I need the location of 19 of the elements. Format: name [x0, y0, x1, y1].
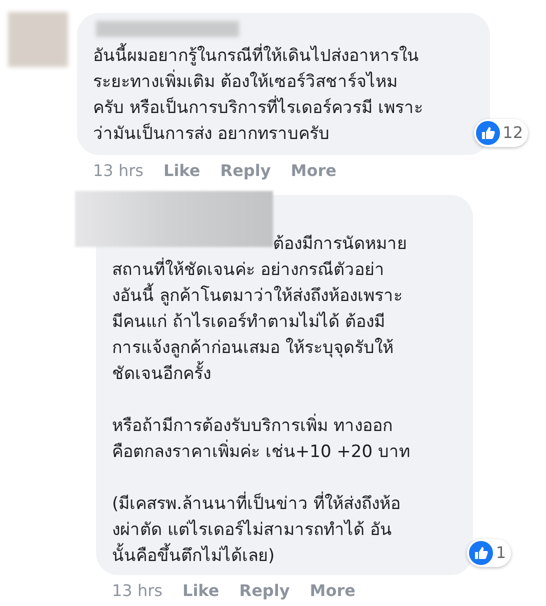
- thumbs-up-icon: [476, 121, 500, 145]
- comment-text: (มีเคสรพ.ล้านนาที่เป็นข่าว ที่ให้ส่งถึงห้อ งผ่าตัด แต่ไรเดอร์ไม่สามารถทำได้ อัน นั้นคือขึ้นตึกไม่ได้เลย): [112, 491, 457, 569]
- comment-text: หรือถ้ามีการต้องรับบริการเพิ่ม ทางออก คือตกลงราคาเพิ่มค่ะ เช่น+10 +20 บาท: [112, 413, 457, 465]
- more-link[interactable]: More: [290, 159, 336, 183]
- like-link[interactable]: Like: [182, 579, 220, 603]
- timestamp: 13 hrs: [93, 160, 144, 182]
- thumbs-up-icon: [468, 541, 493, 565]
- reaction-count: 1: [496, 542, 506, 564]
- like-link[interactable]: Like: [164, 159, 200, 183]
- comment-text: อันนี้ผมอยากรู้ในกรณีที่ให้เดินไปส่งอาหารใน ระยะทางเพิ่มเติม ต้องให้เซอร์วิสชาร์จไหม ครับ หรือเป็นการบริการที่ไรเดอร์ควรมี เพราะ ว่ามันเป็นการส่ง อยากทราบครับ: [93, 43, 470, 147]
- comment-text: ต้องมีการนัดหมาย สถานที่ให้ชัดเจนค่ะ อย่างกรณีตัวอย่า งอันนี้ ลูกค้าโนตมาว่าให้ส่งถึงห้องเพราะ มีคนแก่ ถ้าไรเดอร์ทำตามไม่ได้ ต้องมี การแจ้งลูกค้าก่อนเสมอ ให้ระบุจุดรับให้ ชัดเจนอีกครั้ง: [112, 233, 408, 386]
- reaction-badge[interactable]: 12: [474, 119, 528, 147]
- reply-link[interactable]: Reply: [239, 579, 290, 603]
- reaction-badge[interactable]: 1: [466, 539, 511, 567]
- reply-link[interactable]: Reply: [220, 159, 271, 183]
- timestamp: 13 hrs: [112, 580, 162, 602]
- reaction-count: 12: [502, 122, 523, 144]
- avatar: [8, 12, 68, 67]
- more-link[interactable]: More: [310, 579, 356, 603]
